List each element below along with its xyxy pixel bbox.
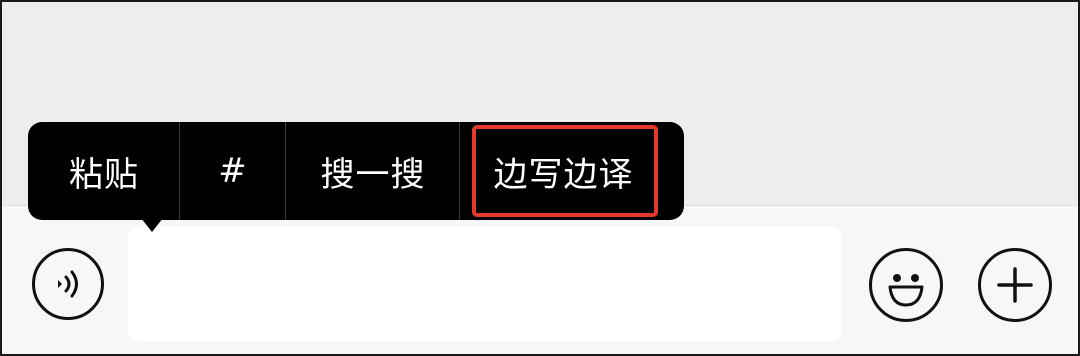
menu-item-label: # [218, 151, 248, 191]
more-button[interactable] [978, 248, 1052, 322]
emoji-button[interactable] [869, 248, 943, 322]
menu-item-paste[interactable]: 粘贴 [28, 122, 180, 220]
menu-item-hashtag[interactable]: # [180, 122, 286, 220]
smile-face-icon [888, 274, 924, 307]
message-input[interactable] [128, 227, 842, 341]
menu-item-search[interactable]: 搜一搜 [286, 122, 460, 220]
voice-wave-icon [58, 270, 78, 298]
context-menu: 粘贴 # 搜一搜 边写边译 [28, 122, 684, 220]
highlight-box [472, 125, 658, 217]
menu-item-label: 搜一搜 [320, 154, 426, 195]
menu-item-label: 粘贴 [69, 154, 139, 195]
menu-pointer [141, 218, 163, 232]
menu-item-translate-as-you-type[interactable]: 边写边译 [460, 122, 684, 220]
voice-button[interactable] [32, 248, 104, 320]
plus-icon [997, 267, 1033, 303]
